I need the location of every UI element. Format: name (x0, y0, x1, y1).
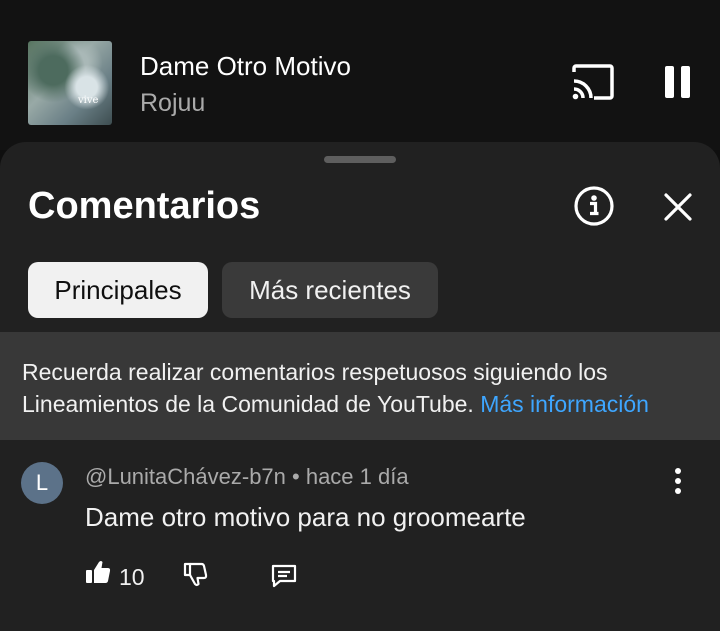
close-icon (664, 193, 692, 221)
more-vert-icon-dot (675, 488, 681, 494)
pause-button[interactable] (660, 64, 696, 100)
cast-icon (572, 64, 614, 100)
comments-sheet: Comentarios Principales Más recientes Re… (0, 142, 720, 631)
thumbs-up-icon (86, 561, 111, 583)
thumbs-down-icon (183, 562, 208, 587)
info-icon (574, 186, 614, 226)
comment-item: L @LunitaChávez-b7n • hace 1 día Dame ot… (0, 440, 720, 631)
track-title[interactable]: Dame Otro Motivo (140, 51, 351, 82)
cast-button[interactable] (570, 62, 616, 102)
community-guidelines-notice: Recuerda realizar comentarios respetuoso… (0, 332, 720, 440)
pause-icon (665, 66, 674, 98)
chip-mas-recientes[interactable]: Más recientes (222, 262, 438, 318)
more-vert-icon-dot (675, 478, 681, 484)
like-count: 10 (119, 564, 145, 590)
avatar[interactable]: L (21, 462, 63, 504)
chip-principales[interactable]: Principales (28, 262, 208, 318)
dislike-button[interactable] (182, 560, 210, 588)
like-button[interactable] (84, 558, 112, 586)
drag-handle[interactable] (324, 156, 396, 163)
track-artist[interactable]: Rojuu (140, 89, 205, 118)
album-thumbnail[interactable]: vive (28, 41, 112, 125)
comment-text: Dame otro motivo para no groomearte (85, 502, 526, 532)
reply-button[interactable] (270, 562, 298, 590)
thumbnail-tag: vive (78, 95, 99, 106)
comment-author-time[interactable]: @LunitaChávez-b7n • hace 1 día (85, 464, 409, 490)
reply-comment-icon (271, 564, 297, 588)
pause-icon-bar (681, 66, 690, 98)
more-actions-button[interactable] (664, 468, 692, 496)
more-info-link[interactable]: Más información (480, 391, 649, 417)
mini-player[interactable]: vive Dame Otro Motivo Rojuu (0, 0, 720, 150)
close-button[interactable] (660, 189, 696, 225)
info-button[interactable] (573, 185, 615, 227)
sheet-title: Comentarios (28, 185, 261, 227)
more-vert-icon (675, 468, 681, 474)
